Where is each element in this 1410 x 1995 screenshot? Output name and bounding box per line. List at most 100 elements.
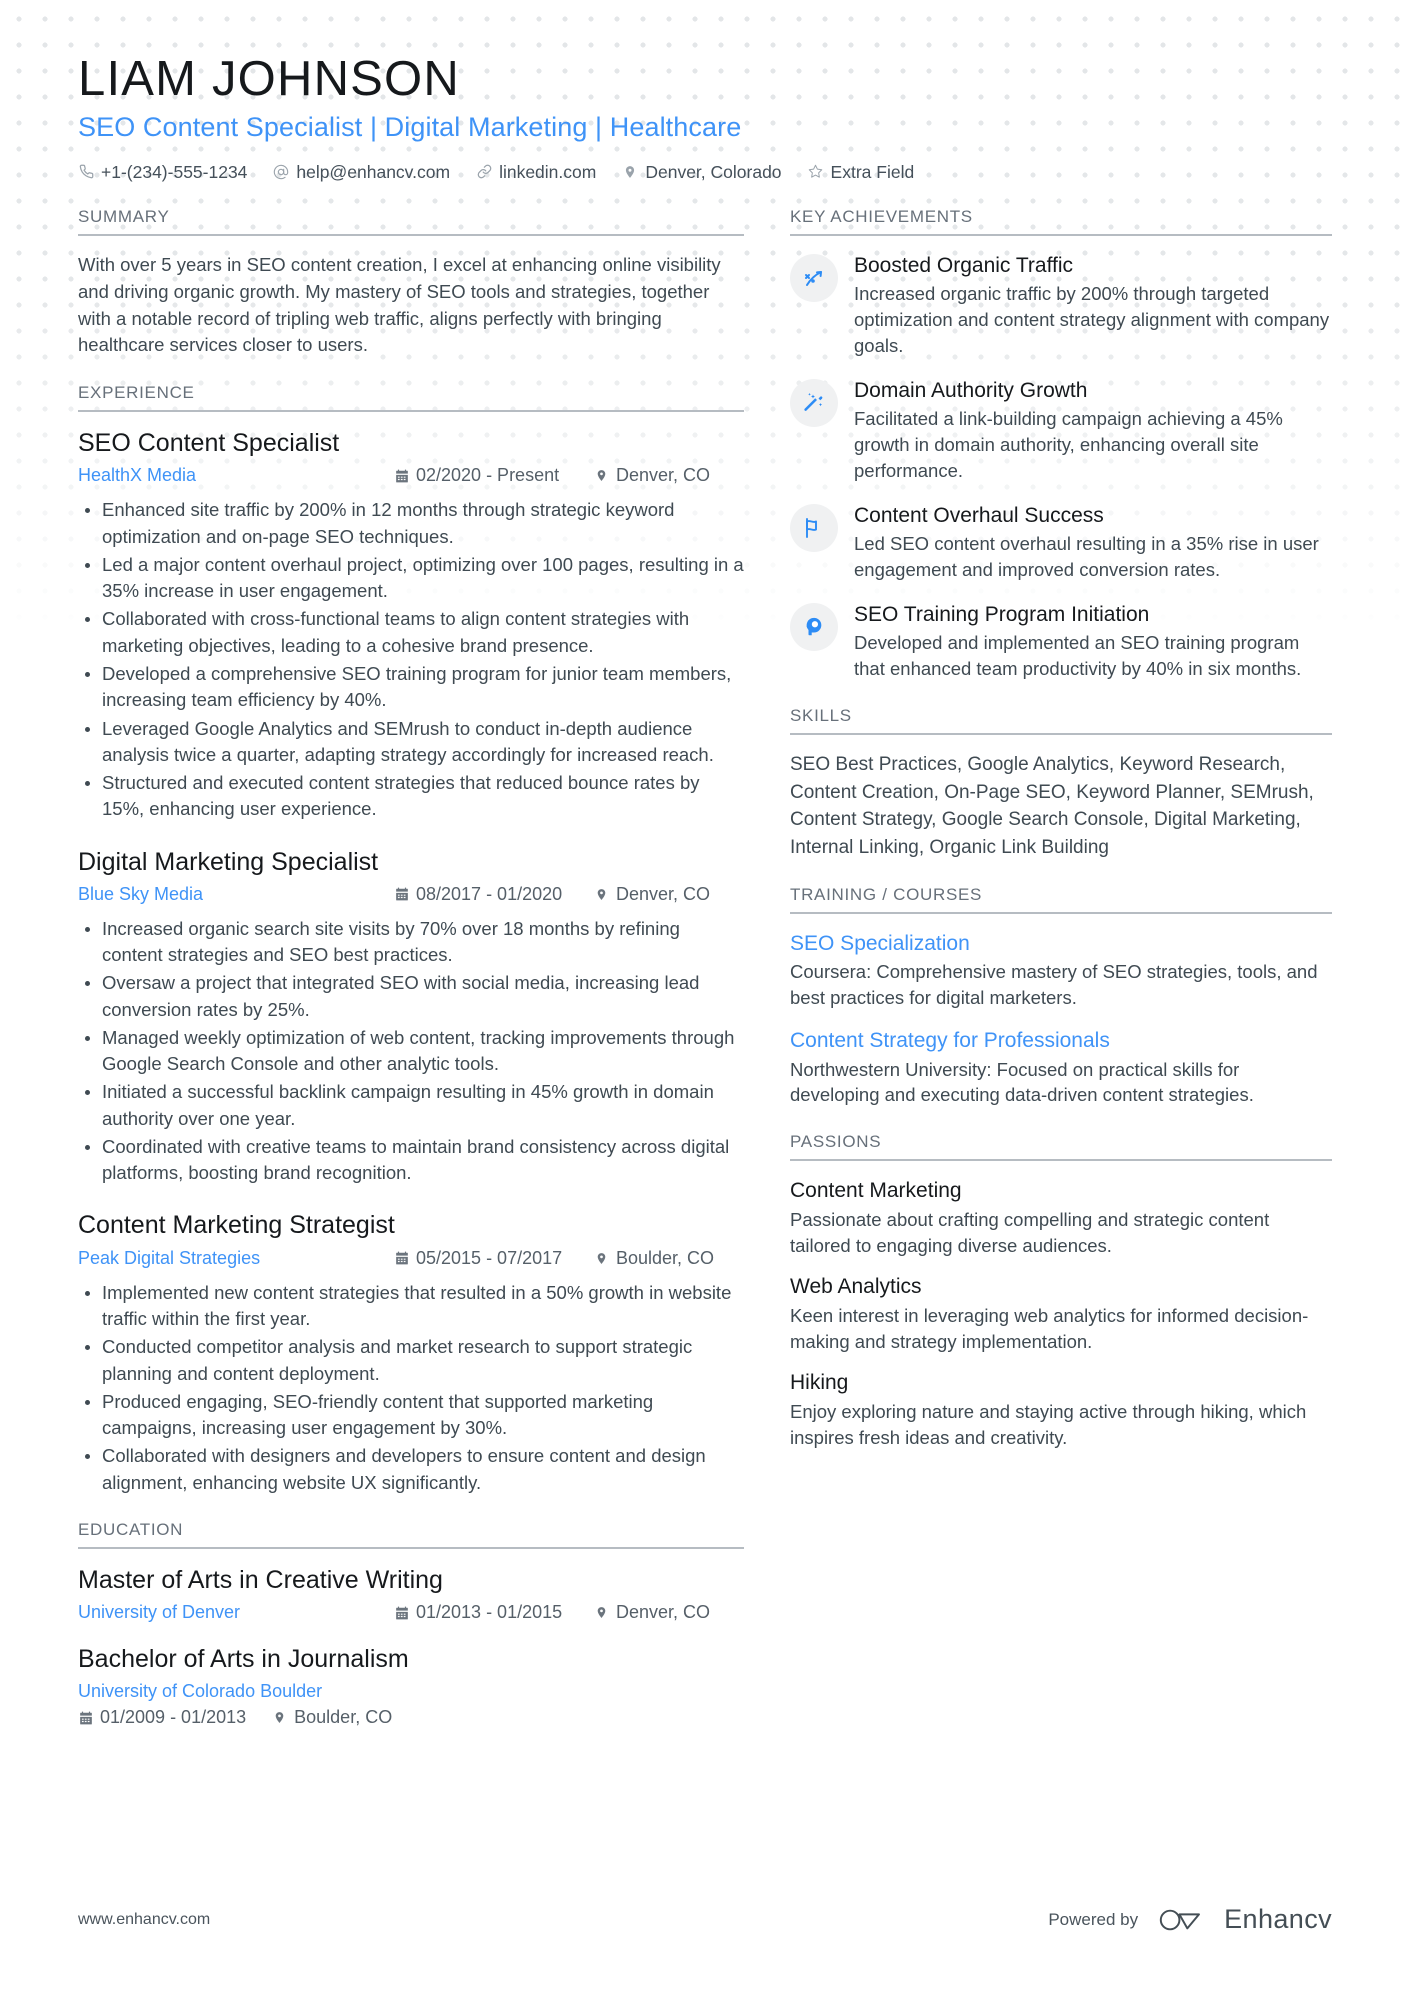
experience-company[interactable]: Peak Digital Strategies — [78, 1245, 394, 1272]
experience-location: Denver, CO — [594, 881, 744, 908]
calendar-icon — [78, 1710, 93, 1725]
course-name[interactable]: SEO Specialization — [790, 930, 1332, 957]
contact-email-text: help@enhancv.com — [296, 161, 451, 182]
star-icon — [808, 164, 824, 180]
calendar-icon — [394, 1605, 409, 1620]
education-dates: 01/2009 - 01/2013 — [78, 1707, 246, 1728]
education-dates: 01/2013 - 01/2015 — [394, 1599, 594, 1626]
achievement-body: Content Overhaul Success Led SEO content… — [854, 502, 1332, 583]
contact-linkedin[interactable]: linkedin.com — [476, 159, 596, 185]
achievement-title: Content Overhaul Success — [854, 503, 1104, 527]
achievement-body: Boosted Organic Traffic Increased organi… — [854, 252, 1332, 359]
experience-company[interactable]: Blue Sky Media — [78, 881, 394, 908]
course-name[interactable]: Content Strategy for Professionals — [790, 1027, 1332, 1054]
list-item: Managed weekly optimization of web conte… — [78, 1025, 744, 1078]
achievement-description: Developed and implemented an SEO trainin… — [854, 632, 1302, 680]
skills-list: SEO Best Practices, Google Analytics, Ke… — [790, 753, 1314, 858]
passions-section-title: PASSIONS — [790, 1132, 1332, 1162]
rocket-trajectory-icon — [790, 253, 838, 302]
experience-company[interactable]: HealthX Media — [78, 462, 394, 489]
powered-by-label: Powered by — [1048, 1909, 1139, 1929]
experience-dates-text: 02/2020 - Present — [416, 465, 560, 486]
location-pin-icon — [594, 887, 609, 902]
passion-description: Keen interest in leveraging web analytic… — [790, 1304, 1309, 1352]
passion-name: Web Analytics — [790, 1275, 922, 1299]
contact-phone[interactable]: +1-(234)-555-1234 — [78, 159, 247, 185]
achievement-item: Domain Authority Growth Facilitated a li… — [790, 377, 1332, 484]
achievement-description: Facilitated a link-building campaign ach… — [854, 408, 1283, 481]
calendar-icon — [394, 1251, 409, 1266]
section-education: EDUCATION Master of Arts in Creative Wri… — [78, 1520, 744, 1729]
resume-header: LIAM JOHNSON SEO Content Specialist | Di… — [78, 52, 1332, 185]
experience-bullets: Increased organic search site visits by … — [78, 916, 744, 1187]
experience-location-text: Denver, CO — [616, 465, 711, 486]
achievement-body: SEO Training Program Initiation Develope… — [854, 601, 1332, 682]
experience-entry: SEO Content Specialist HealthX Media 02/… — [78, 428, 744, 822]
list-item: Structured and executed content strategi… — [78, 770, 744, 823]
resume-content: LIAM JOHNSON SEO Content Specialist | Di… — [0, 0, 1410, 1752]
contact-location-text: Denver, Colorado — [645, 161, 782, 182]
achievement-description: Led SEO content overhaul resulting in a … — [854, 533, 1319, 580]
experience-bullets: Enhanced site traffic by 200% in 12 mont… — [78, 497, 744, 822]
flag-icon — [790, 503, 838, 552]
education-location: Boulder, CO — [272, 1707, 392, 1728]
enhancv-mark-icon — [1159, 1909, 1201, 1930]
experience-bullets: Implemented new content strategies that … — [78, 1280, 744, 1496]
experience-location: Boulder, CO — [594, 1245, 744, 1272]
achievement-item: Boosted Organic Traffic Increased organi… — [790, 252, 1332, 359]
passion-name: Content Marketing — [790, 1179, 962, 1203]
summary-section-title: SUMMARY — [78, 207, 744, 236]
head-idea-icon — [790, 602, 838, 651]
enhancv-logo[interactable]: Enhancv — [1158, 1904, 1332, 1935]
footer-branding: Powered by Enhancv — [1048, 1904, 1332, 1935]
magic-wand-icon — [790, 378, 838, 427]
experience-dates-text: 08/2017 - 01/2020 — [416, 883, 563, 904]
experience-location: Denver, CO — [594, 462, 744, 489]
section-achievements: KEY ACHIEVEMENTS Boosted Organic Traffic… — [790, 207, 1332, 682]
experience-meta: HealthX Media 02/2020 - Present Denver, … — [78, 462, 744, 489]
experience-dates: 02/2020 - Present — [394, 462, 594, 489]
list-item: Enhanced site traffic by 200% in 12 mont… — [78, 497, 744, 550]
education-dates-text: 01/2013 - 01/2015 — [416, 1602, 563, 1623]
experience-dates: 05/2015 - 07/2017 — [394, 1245, 594, 1272]
list-item: Developed a comprehensive SEO training p… — [78, 661, 744, 714]
location-pin-icon — [622, 164, 638, 180]
list-item: Collaborated with designers and develope… — [78, 1443, 744, 1496]
education-school[interactable]: University of Colorado Boulder — [78, 1678, 744, 1705]
location-pin-icon — [594, 468, 609, 483]
list-item: Conducted competitor analysis and market… — [78, 1334, 744, 1387]
experience-meta: Peak Digital Strategies 05/2015 - 07/201… — [78, 1245, 744, 1272]
list-item: Initiated a successful backlink campaign… — [78, 1079, 744, 1132]
section-summary: SUMMARY With over 5 years in SEO content… — [78, 207, 744, 359]
education-dates-text: 01/2009 - 01/2013 — [100, 1707, 247, 1728]
course-description: Coursera: Comprehensive mastery of SEO s… — [790, 961, 1318, 1009]
contact-list: +1-(234)-555-1234 help@enhancv.com linke… — [78, 159, 1332, 185]
footer-website-url[interactable]: www.enhancv.com — [78, 1911, 210, 1929]
right-column: KEY ACHIEVEMENTS Boosted Organic Traffic… — [790, 207, 1332, 1475]
experience-dates: 08/2017 - 01/2020 — [394, 881, 594, 908]
left-column: SUMMARY With over 5 years in SEO content… — [78, 207, 790, 1752]
contact-email[interactable]: help@enhancv.com — [273, 159, 450, 185]
experience-location-text: Boulder, CO — [616, 1247, 715, 1268]
phone-icon — [78, 164, 94, 180]
skills-section-title: SKILLS — [790, 706, 1332, 735]
passion-item: Web Analytics Keen interest in leveragin… — [790, 1273, 1332, 1354]
experience-entry: Content Marketing Strategist Peak Digita… — [78, 1210, 744, 1495]
contact-location[interactable]: Denver, Colorado — [622, 159, 782, 185]
location-pin-icon — [594, 1251, 609, 1266]
experience-role: SEO Content Specialist — [78, 429, 340, 458]
experience-location-text: Denver, CO — [616, 883, 711, 904]
link-icon — [476, 164, 492, 180]
contact-extra-field-text: Extra Field — [830, 161, 915, 182]
education-section-title: EDUCATION — [78, 1520, 744, 1549]
contact-linkedin-text: linkedin.com — [499, 161, 597, 182]
calendar-icon — [394, 887, 409, 902]
passion-item: Content Marketing Passionate about craft… — [790, 1177, 1332, 1258]
passion-description: Enjoy exploring nature and staying activ… — [790, 1400, 1307, 1448]
education-meta: University of Denver 01/2013 - 01/2015 D… — [78, 1599, 744, 1626]
education-location-text: Denver, CO — [616, 1602, 711, 1623]
contact-extra-field[interactable]: Extra Field — [808, 159, 915, 185]
education-school[interactable]: University of Denver — [78, 1599, 394, 1626]
list-item: Led a major content overhaul project, op… — [78, 552, 744, 605]
section-skills: SKILLS SEO Best Practices, Google Analyt… — [790, 706, 1332, 861]
